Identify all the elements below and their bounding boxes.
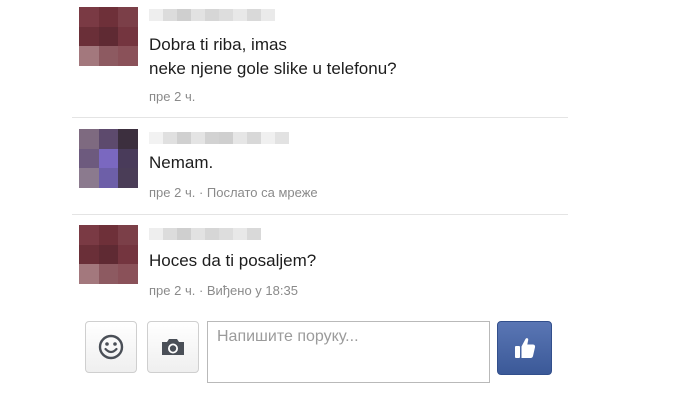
- avatar-pixel: [118, 264, 138, 284]
- message-input[interactable]: [208, 322, 489, 382]
- avatar-pixel: [118, 46, 138, 66]
- name-blur-pixel: [205, 132, 219, 144]
- name-blur-pixel: [191, 228, 205, 240]
- name-blur-pixel: [247, 9, 261, 21]
- avatar-pixel: [79, 168, 99, 188]
- name-blur-pixel: [247, 228, 261, 240]
- avatar-pixel: [79, 264, 99, 284]
- camera-icon: [162, 339, 184, 355]
- avatar-pixel: [79, 225, 99, 245]
- message-text: Hoces da ti posaljem?: [149, 249, 316, 273]
- message-line: Dobra ti riba, imas: [149, 35, 287, 54]
- avatar-pixel: [98, 26, 119, 47]
- sender-name-blurred: [149, 9, 275, 21]
- name-blur-pixel: [163, 228, 177, 240]
- name-blur-pixel: [219, 228, 233, 240]
- avatar-pixel: [98, 225, 119, 245]
- name-blur-pixel: [219, 132, 233, 144]
- name-blur-pixel: [177, 132, 191, 144]
- chat-screen: Dobra ti riba, imas neke njene gole slik…: [0, 0, 683, 404]
- message-line: Nemam.: [149, 153, 214, 172]
- sender-name-blurred: [149, 132, 289, 144]
- name-blur-pixel: [261, 132, 275, 144]
- divider: [72, 117, 568, 118]
- message-meta: пре 2 ч.: [149, 89, 196, 104]
- message-text: Nemam.: [149, 151, 213, 175]
- name-blur-pixel: [149, 9, 163, 21]
- name-blur-pixel: [261, 9, 275, 21]
- avatar-pixel: [98, 244, 119, 265]
- avatar-pixel: [118, 129, 138, 149]
- avatar-pixel: [98, 129, 119, 149]
- avatar-pixel: [118, 7, 138, 27]
- avatar[interactable]: [79, 129, 138, 188]
- smiley-icon: [98, 334, 124, 360]
- avatar[interactable]: [79, 225, 138, 284]
- message-line: Hoces da ti posaljem?: [149, 251, 317, 270]
- avatar-pixel: [118, 148, 138, 169]
- divider: [72, 214, 568, 215]
- name-blur-pixel: [233, 9, 247, 21]
- name-blur-pixel: [247, 132, 261, 144]
- name-blur-pixel: [191, 132, 205, 144]
- avatar-pixel: [118, 168, 138, 188]
- name-blur-pixel: [205, 9, 219, 21]
- name-blur-pixel: [149, 132, 163, 144]
- name-blur-pixel: [163, 132, 177, 144]
- avatar-pixel: [98, 46, 119, 66]
- name-blur-pixel: [149, 228, 163, 240]
- avatar-pixel: [98, 264, 119, 284]
- avatar-pixel: [118, 225, 138, 245]
- name-blur-pixel: [233, 132, 247, 144]
- avatar-pixel: [79, 244, 99, 265]
- message-text: Dobra ti riba, imas neke njene gole slik…: [149, 33, 397, 81]
- name-blur-pixel: [275, 132, 289, 144]
- avatar-pixel: [98, 7, 119, 27]
- avatar-pixel: [118, 26, 138, 47]
- name-blur-pixel: [233, 228, 247, 240]
- avatar[interactable]: [79, 7, 138, 66]
- message-meta: пре 2 ч. · Виђено у 18:35: [149, 283, 298, 298]
- avatar-pixel: [98, 148, 119, 169]
- avatar-pixel: [79, 129, 99, 149]
- name-blur-pixel: [177, 9, 191, 21]
- avatar-pixel: [79, 46, 99, 66]
- avatar-pixel: [98, 168, 119, 188]
- name-blur-pixel: [177, 228, 191, 240]
- camera-button[interactable]: [147, 321, 199, 373]
- name-blur-pixel: [191, 9, 205, 21]
- message-meta: пре 2 ч. · Послато са мреже: [149, 185, 318, 200]
- message-compose[interactable]: [207, 321, 490, 383]
- name-blur-pixel: [163, 9, 177, 21]
- thumbs-up-icon: [514, 338, 535, 358]
- like-button[interactable]: [497, 321, 552, 375]
- sender-name-blurred: [149, 228, 261, 240]
- name-blur-pixel: [205, 228, 219, 240]
- name-blur-pixel: [219, 9, 233, 21]
- avatar-pixel: [79, 7, 99, 27]
- avatar-pixel: [118, 244, 138, 265]
- avatar-pixel: [79, 26, 99, 47]
- emoji-button[interactable]: [85, 321, 137, 373]
- avatar-pixel: [79, 148, 99, 169]
- message-line: neke njene gole slike u telefonu?: [149, 59, 397, 78]
